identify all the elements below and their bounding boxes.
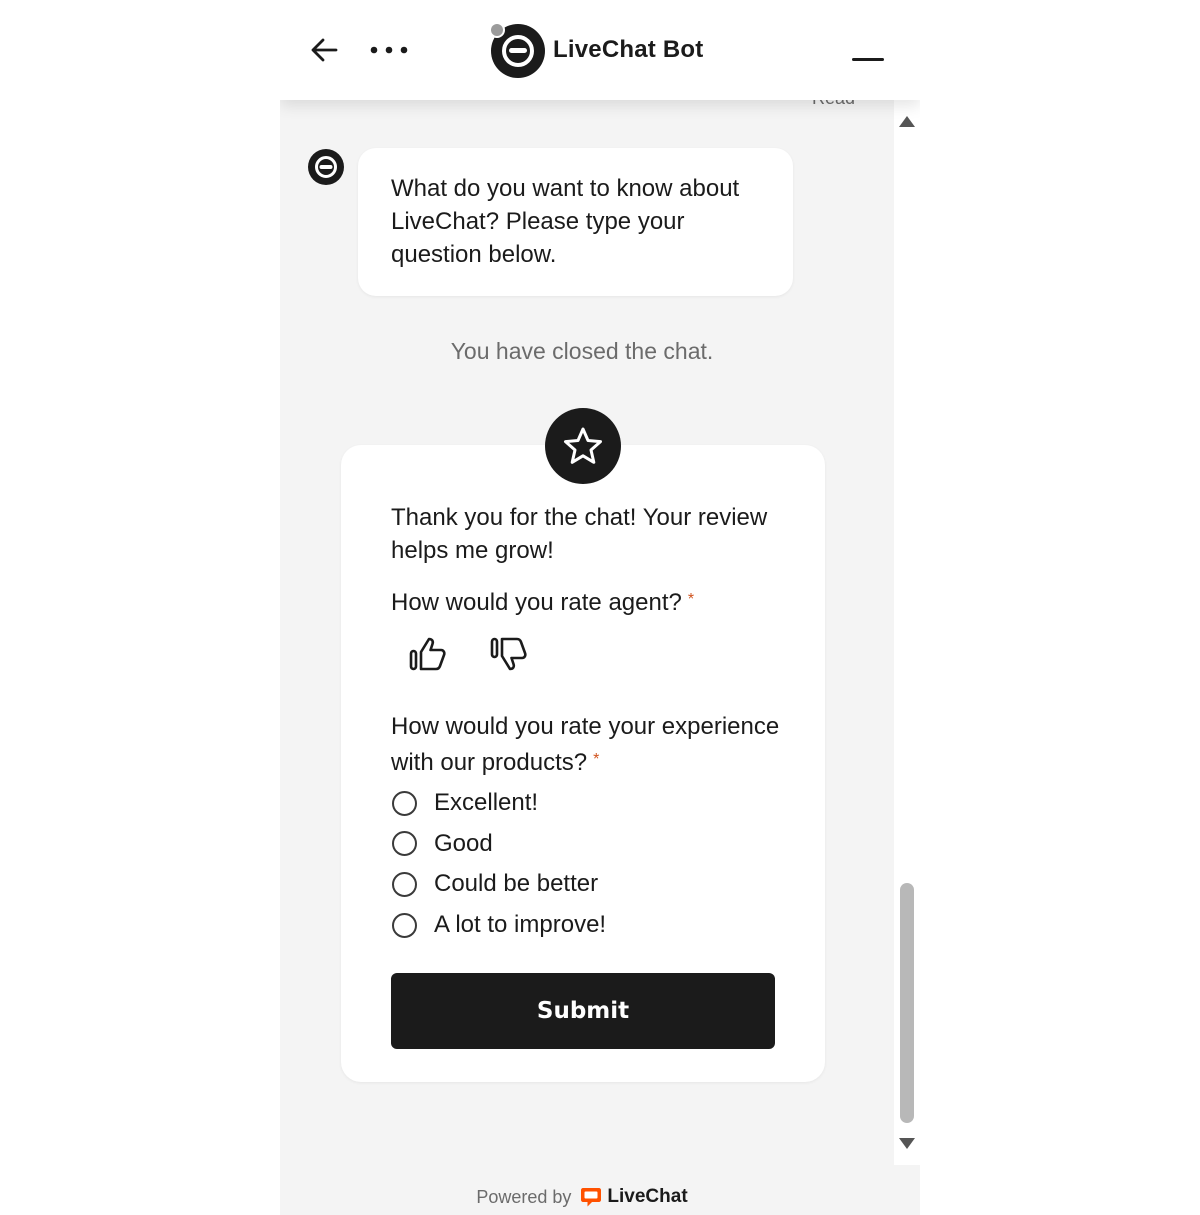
option-label: Could be better — [434, 870, 599, 898]
option-excellent[interactable]: Excellent! — [391, 783, 606, 824]
livechat-logo-icon — [581, 1188, 602, 1207]
scroll-down-arrow-icon[interactable] — [899, 1138, 915, 1149]
option-label: A lot to improve! — [434, 911, 607, 939]
more-horizontal-icon — [370, 46, 408, 54]
bot-message-bubble: What do you want to know about LiveChat?… — [358, 148, 793, 296]
radio-button[interactable] — [392, 831, 417, 857]
star-icon — [564, 427, 602, 464]
bot-avatar — [307, 148, 345, 186]
scroll-up-arrow-icon[interactable] — [899, 116, 915, 127]
thumbs-up-icon — [409, 637, 446, 671]
arrow-left-icon — [311, 38, 338, 62]
powered-by-text: Powered by — [476, 1186, 572, 1207]
back-button[interactable] — [306, 32, 342, 68]
chat-header: LiveChat Bot — [280, 0, 920, 100]
option-label: Good — [434, 829, 493, 857]
option-could-be-better[interactable]: Could be better — [391, 864, 606, 905]
chat-closed-notice: You have closed the chat. — [450, 338, 714, 364]
option-a-lot-to-improve[interactable]: A lot to improve! — [391, 905, 606, 946]
radio-button[interactable] — [392, 912, 417, 938]
option-label: Excellent! — [434, 789, 539, 817]
minimize-button[interactable] — [848, 44, 888, 74]
scrollbar[interactable] — [894, 100, 920, 1165]
radio-button[interactable] — [392, 871, 417, 897]
thumbs-up-button[interactable] — [407, 633, 449, 675]
radio-button[interactable] — [392, 790, 417, 816]
rating-intro: Thank you for the chat! Your review help… — [391, 504, 768, 564]
bot-logo-icon — [487, 20, 547, 80]
product-rating-question: How would you rate your experience with … — [391, 710, 801, 779]
rating-badge — [545, 408, 621, 484]
rating-card: Thank you for the chat! Your review help… — [341, 445, 825, 1082]
chat-widget: LiveChat Bot Read What do you want to kn… — [280, 0, 920, 1215]
bot-avatar-icon — [308, 149, 344, 185]
option-good[interactable]: Good — [391, 824, 606, 865]
bot-brand: LiveChat Bot — [487, 20, 703, 80]
product-rating-options: Excellent! Good Could be better A lot to… — [391, 783, 606, 945]
thumbs-down-button[interactable] — [488, 633, 530, 675]
powered-by-footer[interactable]: Powered by LiveChat — [280, 1180, 884, 1214]
thumbs-down-icon — [490, 637, 527, 671]
product-question-text: How would you rate your experience with … — [391, 713, 780, 776]
agent-question-text: How would you rate agent? — [391, 589, 682, 616]
agent-rating-question: How would you rate agent? * — [391, 583, 694, 619]
bot-message-text: What do you want to know about LiveChat?… — [391, 175, 740, 268]
submit-button[interactable]: Submit — [391, 973, 775, 1049]
livechat-brand: LiveChat — [607, 1186, 688, 1207]
required-mark: * — [593, 751, 600, 768]
required-mark: * — [687, 591, 695, 608]
scrollbar-thumb[interactable] — [900, 883, 914, 1123]
more-options-button[interactable] — [368, 32, 410, 68]
bot-name: LiveChat Bot — [553, 36, 704, 63]
